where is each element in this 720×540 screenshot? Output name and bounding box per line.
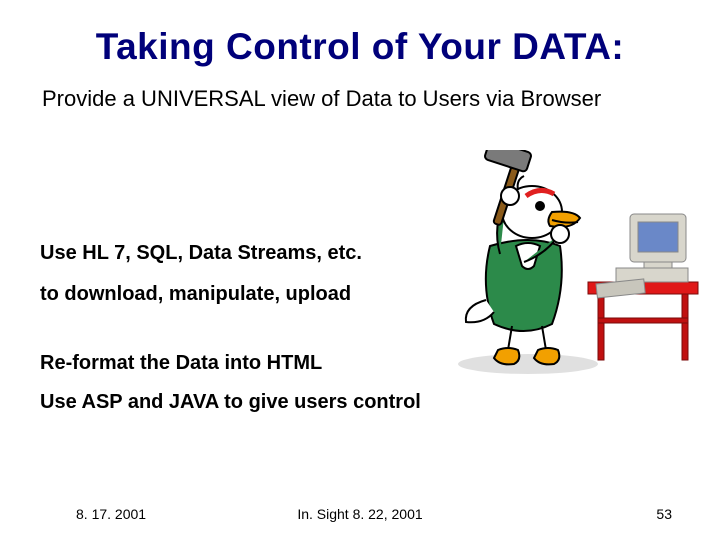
slide-title: Taking Control of Your DATA:: [0, 0, 720, 68]
duck-smashing-computer-clipart: [420, 150, 700, 380]
footer-page-number: 53: [656, 506, 672, 522]
bullet-4: Use ASP and JAVA to give users control: [40, 391, 720, 414]
footer-center: In. Sight 8. 22, 2001: [0, 506, 720, 522]
slide: Taking Control of Your DATA: Provide a U…: [0, 0, 720, 540]
slide-subtitle: Provide a UNIVERSAL view of Data to User…: [42, 86, 720, 112]
